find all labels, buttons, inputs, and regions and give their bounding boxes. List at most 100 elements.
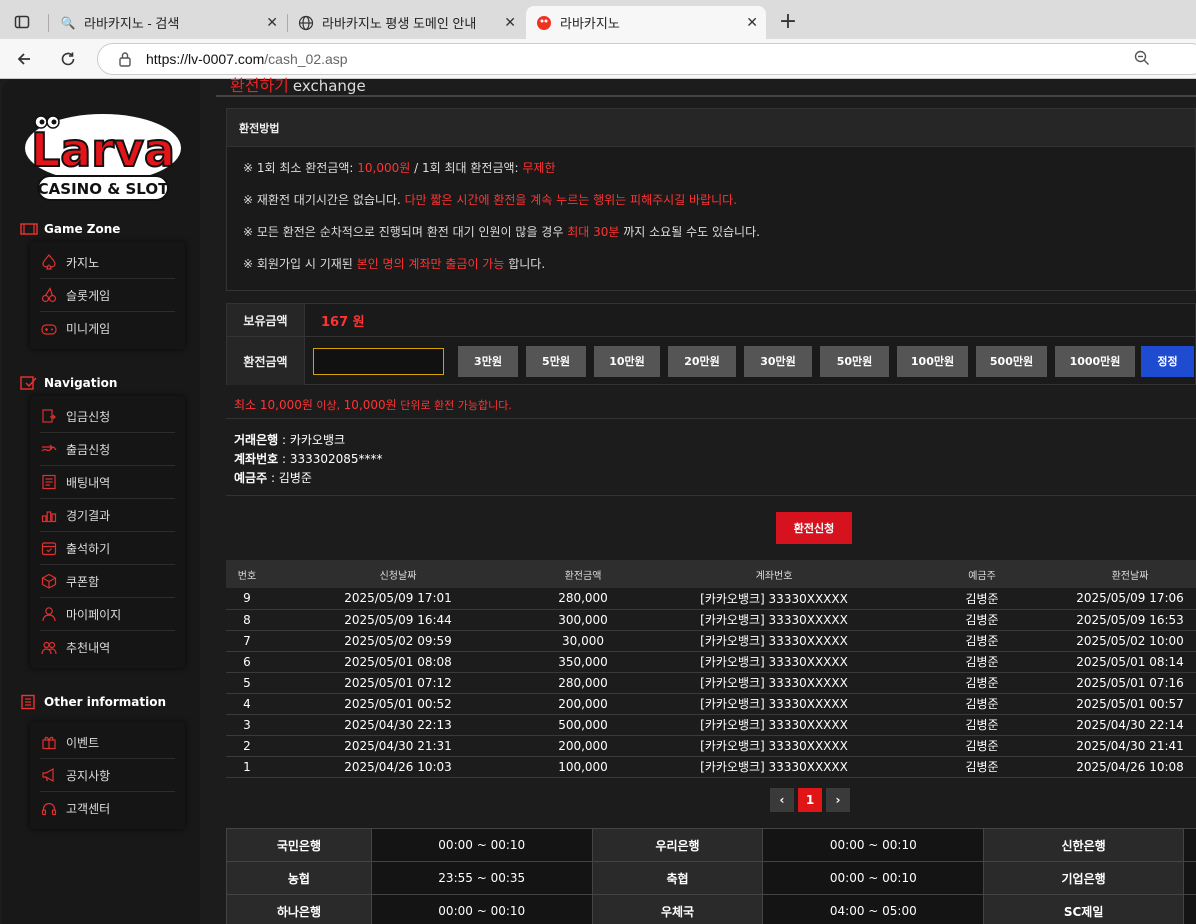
quick-5m-button[interactable]: 500만원 bbox=[976, 345, 1047, 377]
bank-hours-cell: 23:55 ~ 00:35 bbox=[370, 861, 593, 895]
text: ※ 재환전 대기시간은 없습니다. bbox=[243, 193, 405, 207]
quick-500k-button[interactable]: 50만원 bbox=[820, 345, 889, 377]
url-path: /cash_02.asp bbox=[264, 51, 348, 67]
quick-300k-button[interactable]: 30만원 bbox=[744, 345, 812, 377]
sidebar-item-event[interactable]: 이벤트 bbox=[40, 726, 175, 759]
pagination-page-1[interactable]: 1 bbox=[798, 788, 822, 812]
bank-hours-cell: 04:00 ~ 05:00 bbox=[762, 894, 985, 924]
game-zone-icon bbox=[20, 221, 38, 237]
sidebar-item-slot[interactable]: 슬롯게임 bbox=[40, 279, 175, 312]
table-cell: 김병준 bbox=[910, 714, 1054, 736]
account-label: 계좌번호 bbox=[234, 452, 279, 466]
sidebar-item-coupon[interactable]: 쿠폰함 bbox=[40, 565, 175, 598]
amount-input[interactable] bbox=[313, 347, 444, 375]
search-icon: 🔍 bbox=[60, 15, 76, 30]
spade-icon bbox=[40, 253, 58, 271]
document-icon bbox=[40, 473, 58, 491]
lock-icon[interactable] bbox=[118, 51, 132, 70]
tab-title: 라바카지노 평생 도메인 안내 bbox=[322, 16, 477, 31]
bank-hours-cell: 00:00 ~ 00:10 bbox=[370, 828, 593, 862]
pagination-next-button[interactable]: › bbox=[826, 788, 850, 812]
holder-label: 예금주 bbox=[234, 471, 268, 485]
title-divider bbox=[216, 95, 1196, 97]
column-header: 번호 bbox=[226, 560, 268, 588]
bank-hours-cell bbox=[1183, 861, 1196, 895]
sidebar-item-betting-history[interactable]: 배팅내역 bbox=[40, 466, 175, 499]
table-cell: 30,000 bbox=[528, 630, 638, 652]
table-cell: 100,000 bbox=[528, 756, 638, 778]
table-cell: 2025/05/01 07:16 bbox=[1054, 672, 1196, 694]
quick-50k-button[interactable]: 5만원 bbox=[526, 345, 586, 377]
table-row: 8 2025/05/09 16:44 300,000 [카카오뱅크] 33330XXX… bbox=[226, 609, 1196, 631]
quick-30k-button[interactable]: 3만원 bbox=[458, 345, 518, 377]
table-cell: 2025/05/01 00:52 bbox=[268, 693, 528, 715]
quick-1m-button[interactable]: 100만원 bbox=[897, 345, 968, 377]
url-host: https://lv-0007.com bbox=[146, 51, 265, 67]
page-title-ko: 환전하기 bbox=[230, 76, 289, 95]
game-zone-menu: 카지노 슬롯게임 미니게임 bbox=[30, 242, 185, 349]
url-input[interactable]: https://lv-0007.com/cash_02.asp bbox=[97, 43, 1196, 75]
bank-hours-cell: 00:00 ~ 00:10 bbox=[370, 894, 593, 924]
pagination-prev-button[interactable]: ‹ bbox=[770, 788, 794, 812]
close-icon[interactable]: ✕ bbox=[266, 14, 278, 31]
table-cell: 280,000 bbox=[528, 672, 638, 694]
gamepad-icon bbox=[40, 320, 58, 338]
table-row: 4 2025/05/01 00:52 200,000 [카카오뱅크] 33330XXX… bbox=[226, 693, 1196, 715]
table-cell: 8 bbox=[226, 609, 268, 631]
users-icon bbox=[40, 639, 58, 657]
browser-tabbar: 🔍 라바카지노 - 검색 ✕ 라바카지노 평생 도메인 안내 ✕ 라바카지노 ✕… bbox=[0, 0, 1196, 42]
table-row: 9 2025/05/09 17:01 280,000 [카카오뱅크] 33330XXX… bbox=[226, 588, 1196, 610]
sidebar-item-deposit[interactable]: 입금신청 bbox=[40, 400, 175, 433]
sidebar-item-casino[interactable]: 카지노 bbox=[40, 246, 175, 279]
quick-100k-button[interactable]: 10만원 bbox=[594, 345, 660, 377]
bank-name-cell: 국민은행 bbox=[226, 828, 372, 862]
holder-value: : 김병준 bbox=[267, 471, 312, 485]
text: 10,000원 bbox=[357, 161, 411, 175]
sidebar-item-withdraw[interactable]: 출금신청 bbox=[40, 433, 175, 466]
logo-subtext: CASINO & SLOT bbox=[38, 180, 169, 198]
sidebar-item-results[interactable]: 경기결과 bbox=[40, 499, 175, 532]
quick-200k-button[interactable]: 20만원 bbox=[668, 345, 736, 377]
bank-hours-cell bbox=[1183, 894, 1196, 924]
table-cell: 2025/04/26 10:08 bbox=[1054, 756, 1196, 778]
navigation-icon bbox=[20, 375, 38, 391]
table-cell: 2 bbox=[226, 735, 268, 757]
sidebar-item-mypage[interactable]: 마이페이지 bbox=[40, 598, 175, 631]
table-cell: 김병준 bbox=[910, 609, 1054, 631]
sidebar-item-referral[interactable]: 추천내역 bbox=[40, 631, 175, 664]
exchange-submit-button[interactable]: 환전신청 bbox=[776, 512, 852, 544]
sidebar-item-minigame[interactable]: 미니게임 bbox=[40, 312, 175, 345]
sidebar-item-label: 마이페이지 bbox=[66, 607, 122, 622]
new-tab-icon[interactable]: + bbox=[776, 9, 800, 34]
close-icon[interactable]: ✕ bbox=[746, 14, 758, 31]
bank-name-cell: 기업은행 bbox=[983, 861, 1184, 895]
sidebar-item-notice[interactable]: 공지사항 bbox=[40, 759, 175, 792]
reload-icon[interactable] bbox=[56, 47, 80, 71]
close-icon[interactable]: ✕ bbox=[504, 14, 516, 31]
account-value: : 333302085**** bbox=[278, 452, 383, 466]
table-cell: [카카오뱅크] 33330XXXXX bbox=[638, 588, 910, 610]
sidebar-item-attendance[interactable]: 출석하기 bbox=[40, 532, 175, 565]
tab-actions-icon[interactable] bbox=[10, 10, 34, 34]
table-cell: 2025/04/30 21:31 bbox=[268, 735, 528, 757]
bank-name-cell: 축협 bbox=[591, 861, 764, 895]
box-icon bbox=[40, 572, 58, 590]
table-cell: [카카오뱅크] 33330XXXXX bbox=[638, 756, 910, 778]
back-icon[interactable] bbox=[12, 47, 36, 71]
tab-larva[interactable]: 라바카지노 ✕ bbox=[526, 6, 766, 39]
correct-button[interactable]: 정정 bbox=[1141, 345, 1194, 377]
text: 최대 30분 bbox=[567, 225, 620, 239]
sidebar-item-support[interactable]: 고객센터 bbox=[40, 792, 175, 825]
larva-logo[interactable]: Larva CASINO & SLOT bbox=[22, 100, 184, 204]
tab-search[interactable]: 🔍 라바카지노 - 검색 ✕ bbox=[50, 6, 286, 39]
zoom-icon[interactable] bbox=[1134, 50, 1150, 69]
quick-10m-button[interactable]: 1000만원 bbox=[1055, 345, 1135, 377]
sidebar-item-label: 출금신청 bbox=[66, 442, 111, 457]
exchange-notice: 최소 10,000원 이상, 10,000원 단위로 환전 가능합니다. bbox=[234, 396, 512, 413]
tab-domain-guide[interactable]: 라바카지노 평생 도메인 안내 ✕ bbox=[288, 6, 524, 39]
tab-separator bbox=[48, 14, 49, 32]
tab-title: 라바카지노 - 검색 bbox=[84, 16, 180, 31]
method-line-2: ※ 재환전 대기시간은 없습니다. 다만 짧은 시간에 환전을 계속 누르는 행… bbox=[243, 191, 737, 208]
table-cell: 6 bbox=[226, 651, 268, 673]
table-row: 7 2025/05/02 09:59 30,000 [카카오뱅크] 33330XXXX… bbox=[226, 630, 1196, 652]
